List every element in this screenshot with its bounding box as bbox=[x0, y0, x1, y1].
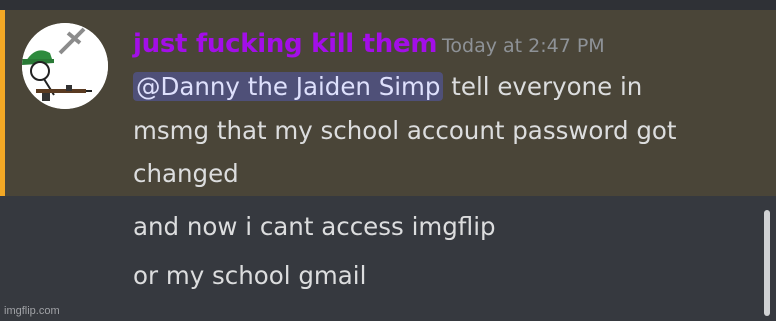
message-line-2: msmg that my school account password got bbox=[133, 116, 677, 145]
avatar[interactable] bbox=[22, 23, 108, 109]
mention-highlight-bar bbox=[0, 10, 5, 196]
message-text-line-1: tell everyone in bbox=[443, 72, 643, 101]
message-timestamp: Today at 2:47 PM bbox=[442, 35, 605, 57]
message-line-3: changed bbox=[133, 159, 239, 188]
previous-message-edge bbox=[0, 0, 776, 10]
author-name[interactable]: just fucking kill them bbox=[133, 27, 437, 61]
watermark: imgflip.com bbox=[4, 305, 60, 317]
followup-message-1: and now i cant access imgflip bbox=[133, 212, 496, 241]
scrollbar-thumb[interactable] bbox=[764, 210, 770, 316]
user-mention[interactable]: @Danny the Jaiden Simp bbox=[133, 72, 444, 101]
message-line-1: @Danny the Jaiden Simp tell everyone in bbox=[133, 70, 642, 104]
chat-view: just fucking kill them Today at 2:47 PM … bbox=[0, 0, 776, 321]
followup-message-2: or my school gmail bbox=[133, 261, 367, 290]
stick-figure-soldier-icon bbox=[22, 23, 108, 109]
